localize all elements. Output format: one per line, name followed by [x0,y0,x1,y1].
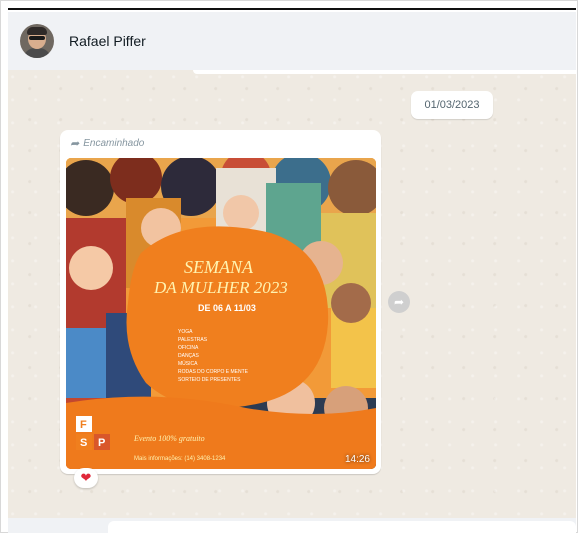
poster-item: SORTEIO DE PRESENTES [178,377,241,383]
poster-item: DANÇAS [178,353,200,359]
message-input[interactable] [108,521,576,533]
contact-name[interactable]: Rafael Piffer [69,33,146,49]
heart-icon: ❤ [80,470,92,485]
poster-dates: DE 06 A 11/03 [198,303,256,313]
poster-info: Mais informações: (14) 3408-1234 [134,456,226,462]
poster-title-line1: SEMANA [184,257,254,277]
composer-bar [8,518,576,533]
forwarded-indicator: ➦ Encaminhado [70,137,144,150]
top-divider [8,8,576,10]
chat-header[interactable]: Rafael Piffer [8,12,576,70]
poster-item: YOGA [178,329,193,335]
poster-free-event: Evento 100% gratuito [133,434,205,443]
poster-item: MÚSICA [178,360,198,367]
poster-item: PALESTRAS [178,337,208,343]
forward-arrow-icon: ➦ [70,138,80,150]
date-chip: 01/03/2023 [411,91,493,119]
image-attachment[interactable]: SEMANA DA MULHER 2023 DE 06 A 11/03 YOGA… [66,158,376,469]
reaction-badge[interactable]: ❤ [74,468,98,488]
logo-letter: S [80,437,87,449]
forward-icon: ➦ [393,295,405,309]
message-time: 14:26 [344,454,370,465]
poster-title-line2: DA MULHER 2023 [153,278,288,297]
poster-item: RODAS DO CORPO E MENTE [178,369,249,375]
logo-letter: F [80,419,87,431]
chat-area: 01/03/2023 ➦ Encaminhado SEMANA DA MULHE… [8,70,576,518]
message-bubble[interactable]: ➦ Encaminhado SEMANA DA MULHER 2023 DE 0… [60,130,381,474]
avatar[interactable] [20,24,54,58]
poster-item: OFICINA [178,345,199,351]
forwarded-label: Encaminhado [83,138,145,149]
logo-letter: P [98,437,105,449]
forward-button[interactable]: ➦ [388,291,410,313]
header-shadow [193,70,576,74]
